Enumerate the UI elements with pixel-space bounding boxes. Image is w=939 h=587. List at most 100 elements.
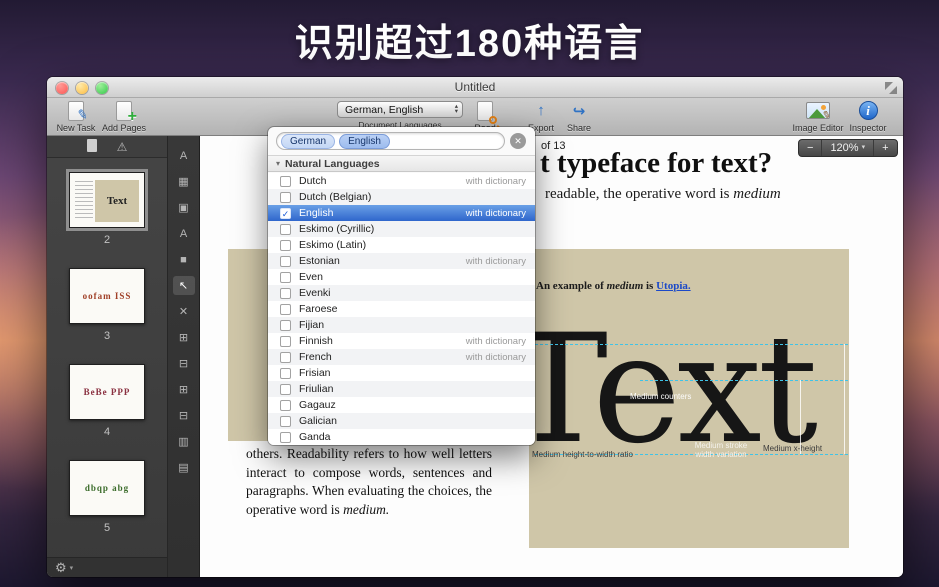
language-checkbox[interactable]	[280, 192, 291, 203]
language-dictionary-note: with dictionary	[466, 352, 526, 363]
inspector-label: Inspector	[839, 123, 897, 133]
language-row[interactable]: Galician	[268, 413, 535, 429]
language-checkbox[interactable]	[280, 288, 291, 299]
language-row[interactable]: Faroese	[268, 301, 535, 317]
zoom-level-button[interactable]: 120% ▾	[822, 140, 874, 156]
page-thumbnail[interactable]: Text2	[69, 172, 145, 246]
page-thumbnail[interactable]: oofam ISS 3	[69, 268, 145, 342]
text-area-tool[interactable]: A	[173, 146, 195, 165]
language-row[interactable]: Frenchwith dictionary	[268, 349, 535, 365]
language-token[interactable]: German	[281, 134, 335, 149]
gear-caret-icon: ▾	[70, 564, 74, 572]
fullscreen-icon[interactable]	[885, 82, 897, 94]
thumbnail-preview: dbqp abg	[69, 460, 145, 516]
language-label: Ganda	[299, 431, 526, 443]
language-label: Friulian	[299, 383, 526, 395]
utopia-link[interactable]: Utopia.	[656, 280, 691, 292]
language-row[interactable]: Even	[268, 269, 535, 285]
language-label: Finnish	[299, 335, 466, 347]
clear-tokens-button[interactable]: ✕	[510, 133, 526, 149]
language-checkbox[interactable]	[280, 352, 291, 363]
delete-area-tool[interactable]: ✕	[173, 302, 195, 321]
language-row[interactable]: Frisian	[268, 365, 535, 381]
page-number: 3	[69, 330, 145, 342]
language-checkbox[interactable]	[280, 272, 291, 283]
language-token-field[interactable]: German English	[276, 132, 505, 150]
add-row-tool[interactable]: ⊞	[173, 328, 195, 347]
language-checkbox[interactable]	[280, 336, 291, 347]
language-label: Gagauz	[299, 399, 526, 411]
add-pages-icon: +	[116, 101, 132, 121]
language-checkbox[interactable]	[280, 384, 291, 395]
paragraph-panel: others. Readability refers to how well l…	[228, 441, 529, 548]
window-title: Untitled	[47, 80, 903, 94]
language-label: Dutch (Belgian)	[299, 191, 526, 203]
language-row[interactable]: Eskimo (Latin)	[268, 237, 535, 253]
delete-column-tool[interactable]: ⊟	[173, 406, 195, 425]
language-checkbox[interactable]	[280, 432, 291, 443]
page-thumbnail[interactable]: dbqp abg5	[69, 460, 145, 534]
pages-sidebar: ⚠ Text2 oofam ISS 3 BeBe PPP4 dbqp abg5 ⚙ ▾	[47, 136, 168, 577]
add-pages-button[interactable]: + Add Pages	[95, 99, 153, 133]
language-checkbox[interactable]	[280, 320, 291, 331]
select-tool[interactable]: ↖	[173, 276, 195, 295]
image-area-tool[interactable]: ▣	[173, 198, 195, 217]
background-area-tool[interactable]: ■	[173, 250, 195, 269]
language-row[interactable]: Ganda	[268, 429, 535, 445]
language-row[interactable]: Estonianwith dictionary	[268, 253, 535, 269]
language-checkbox[interactable]	[280, 240, 291, 251]
language-dictionary-note: with dictionary	[466, 256, 526, 267]
language-checkbox[interactable]	[280, 416, 291, 427]
natural-languages-header[interactable]: ▾ Natural Languages	[268, 155, 535, 172]
document-languages-dropdown[interactable]: German, English ▴▾	[337, 101, 463, 118]
language-label: English	[299, 207, 466, 219]
inspector-button[interactable]: i Inspector	[839, 99, 897, 133]
language-row[interactable]: Dutchwith dictionary	[268, 173, 535, 189]
desktop-wallpaper: 识别超过180种语言 Untitled ✎ New Task + Add Pag…	[0, 0, 939, 587]
add-column-tool[interactable]: ⊞	[173, 380, 195, 399]
language-row[interactable]: Eskimo (Cyrillic)	[268, 221, 535, 237]
language-label: Eskimo (Latin)	[299, 239, 526, 251]
share-button[interactable]: ↪ Share	[550, 99, 608, 133]
language-checkbox[interactable]	[280, 224, 291, 235]
language-row[interactable]: Finnishwith dictionary	[268, 333, 535, 349]
language-checkbox[interactable]	[280, 256, 291, 267]
counters-label: Medium counters	[630, 392, 691, 401]
page-thumbnail[interactable]: BeBe PPP4	[69, 364, 145, 438]
language-row[interactable]: Fijian	[268, 317, 535, 333]
table-area-tool[interactable]: ▦	[173, 172, 195, 191]
warnings-tab[interactable]: ⚠	[117, 141, 128, 153]
pages-tab[interactable]	[87, 139, 97, 154]
disclosure-icon[interactable]: ▾	[276, 159, 280, 168]
split-cells-tool[interactable]: ▤	[173, 458, 195, 477]
sidebar-tabs: ⚠	[47, 136, 167, 158]
ratio-label: Medium height-to-width ratio	[532, 450, 633, 459]
language-row[interactable]: Dutch (Belgian)	[268, 189, 535, 205]
language-checkbox[interactable]	[280, 400, 291, 411]
language-checkbox[interactable]	[280, 304, 291, 315]
delete-row-tool[interactable]: ⊟	[173, 354, 195, 373]
sidebar-footer: ⚙ ▾	[47, 557, 167, 577]
language-checkbox[interactable]	[280, 176, 291, 187]
language-token[interactable]: English	[339, 134, 390, 149]
language-row[interactable]: Evenki	[268, 285, 535, 301]
language-dictionary-note: with dictionary	[466, 176, 526, 187]
dropdown-value: German, English	[345, 104, 455, 116]
language-checkbox[interactable]	[280, 368, 291, 379]
zoom-in-button[interactable]: +	[874, 140, 896, 156]
merge-cells-tool[interactable]: ▥	[173, 432, 195, 451]
language-dictionary-note: with dictionary	[466, 336, 526, 347]
language-checkbox[interactable]: ✓	[280, 208, 291, 219]
language-row[interactable]: Gagauz	[268, 397, 535, 413]
language-row[interactable]: Friulian	[268, 381, 535, 397]
text-line-tool[interactable]: A	[173, 224, 195, 243]
window-titlebar[interactable]: Untitled	[47, 77, 903, 98]
x-height-guide	[640, 380, 848, 381]
figure-big-text: Text	[508, 315, 814, 465]
thumbnail-preview: BeBe PPP	[69, 364, 145, 420]
thumbnail-preview: oofam ISS	[69, 268, 145, 324]
gear-icon[interactable]: ⚙	[55, 561, 67, 574]
language-row[interactable]: ✓Englishwith dictionary	[268, 205, 535, 221]
zoom-out-button[interactable]: −	[799, 140, 822, 156]
languages-popover: German English ✕ ▾ Natural Languages Dutc…	[268, 127, 535, 445]
